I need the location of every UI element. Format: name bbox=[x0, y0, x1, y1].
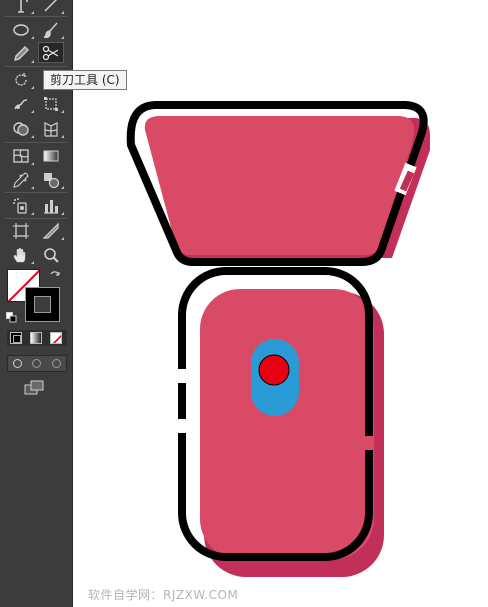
scissors-tool[interactable] bbox=[38, 42, 64, 63]
column-graph-tool[interactable] bbox=[38, 195, 64, 216]
warp-tool[interactable] bbox=[8, 93, 34, 114]
type-tool[interactable] bbox=[8, 0, 34, 15]
tools-panel bbox=[0, 0, 73, 607]
red-button-shape bbox=[258, 354, 290, 386]
none-button[interactable] bbox=[50, 332, 62, 344]
mesh-tool-icon bbox=[13, 148, 29, 163]
line-tool-icon bbox=[44, 0, 57, 12]
draw-inside-icon[interactable] bbox=[52, 359, 61, 368]
stroke-swatch[interactable] bbox=[25, 287, 60, 322]
watermark-text: 软件自学网：RJZXW.COM bbox=[88, 588, 239, 602]
draw-mode-group bbox=[7, 355, 67, 372]
body-fill-shape bbox=[200, 289, 374, 559]
hand-tool-icon bbox=[13, 247, 26, 262]
draw-behind-icon[interactable] bbox=[32, 359, 41, 368]
slice-tool[interactable] bbox=[38, 220, 64, 241]
shape-builder-tool[interactable] bbox=[8, 118, 34, 139]
artboard-tool[interactable] bbox=[8, 220, 34, 241]
free-transform-tool[interactable] bbox=[38, 93, 64, 114]
screen-mode-icon[interactable] bbox=[24, 380, 46, 396]
rotate-tool-icon bbox=[15, 72, 27, 86]
warp-tool-icon bbox=[14, 98, 28, 109]
color-button[interactable] bbox=[10, 332, 22, 344]
rotate-tool[interactable] bbox=[8, 69, 34, 90]
body-outline-gap-2 bbox=[172, 419, 192, 433]
draw-normal-icon[interactable] bbox=[13, 359, 22, 368]
symbol-sprayer-tool[interactable] bbox=[8, 195, 34, 216]
scissors-tool-icon bbox=[42, 45, 59, 60]
swap-fill-stroke-icon[interactable] bbox=[49, 269, 61, 281]
slice-tool-icon bbox=[42, 222, 59, 239]
mesh-tool[interactable] bbox=[8, 145, 34, 166]
pencil-tool[interactable] bbox=[8, 43, 34, 64]
paintbrush-tool[interactable] bbox=[38, 19, 64, 40]
zoom-tool-icon bbox=[44, 247, 59, 263]
paintbrush-tool-icon bbox=[43, 22, 58, 38]
default-fill-stroke-icon[interactable] bbox=[6, 310, 17, 323]
pencil-tool-icon bbox=[14, 45, 29, 61]
artboard-canvas bbox=[126, 101, 430, 577]
gradient-tool[interactable] bbox=[38, 145, 64, 166]
ellipse-tool-icon bbox=[13, 23, 29, 36]
artboard-tool-icon bbox=[13, 222, 29, 239]
gradient-tool-icon bbox=[43, 150, 59, 161]
head-fill-shape bbox=[144, 116, 415, 255]
symbol-sprayer-tool-icon bbox=[13, 197, 27, 214]
zoom-tool[interactable] bbox=[38, 244, 64, 265]
line-tool[interactable] bbox=[38, 0, 64, 15]
color-mode-group bbox=[7, 330, 67, 346]
column-graph-tool-icon bbox=[44, 199, 58, 214]
hand-tool[interactable] bbox=[8, 244, 34, 265]
gradient-button[interactable] bbox=[30, 332, 42, 344]
blend-tool-icon bbox=[44, 172, 60, 188]
body-outline-gap-3 bbox=[362, 436, 374, 450]
type-tool-icon bbox=[18, 0, 28, 13]
eyedropper-tool-icon bbox=[13, 171, 29, 188]
eyedropper-tool[interactable] bbox=[8, 169, 34, 190]
perspective-grid-tool[interactable] bbox=[38, 118, 64, 139]
free-transform-tool-icon bbox=[44, 96, 58, 111]
shape-builder-tool-icon bbox=[13, 121, 29, 136]
ellipse-tool[interactable] bbox=[8, 19, 34, 40]
blend-tool[interactable] bbox=[38, 169, 64, 190]
perspective-grid-tool-icon bbox=[44, 121, 58, 137]
body-outline-gap-1 bbox=[172, 369, 192, 383]
